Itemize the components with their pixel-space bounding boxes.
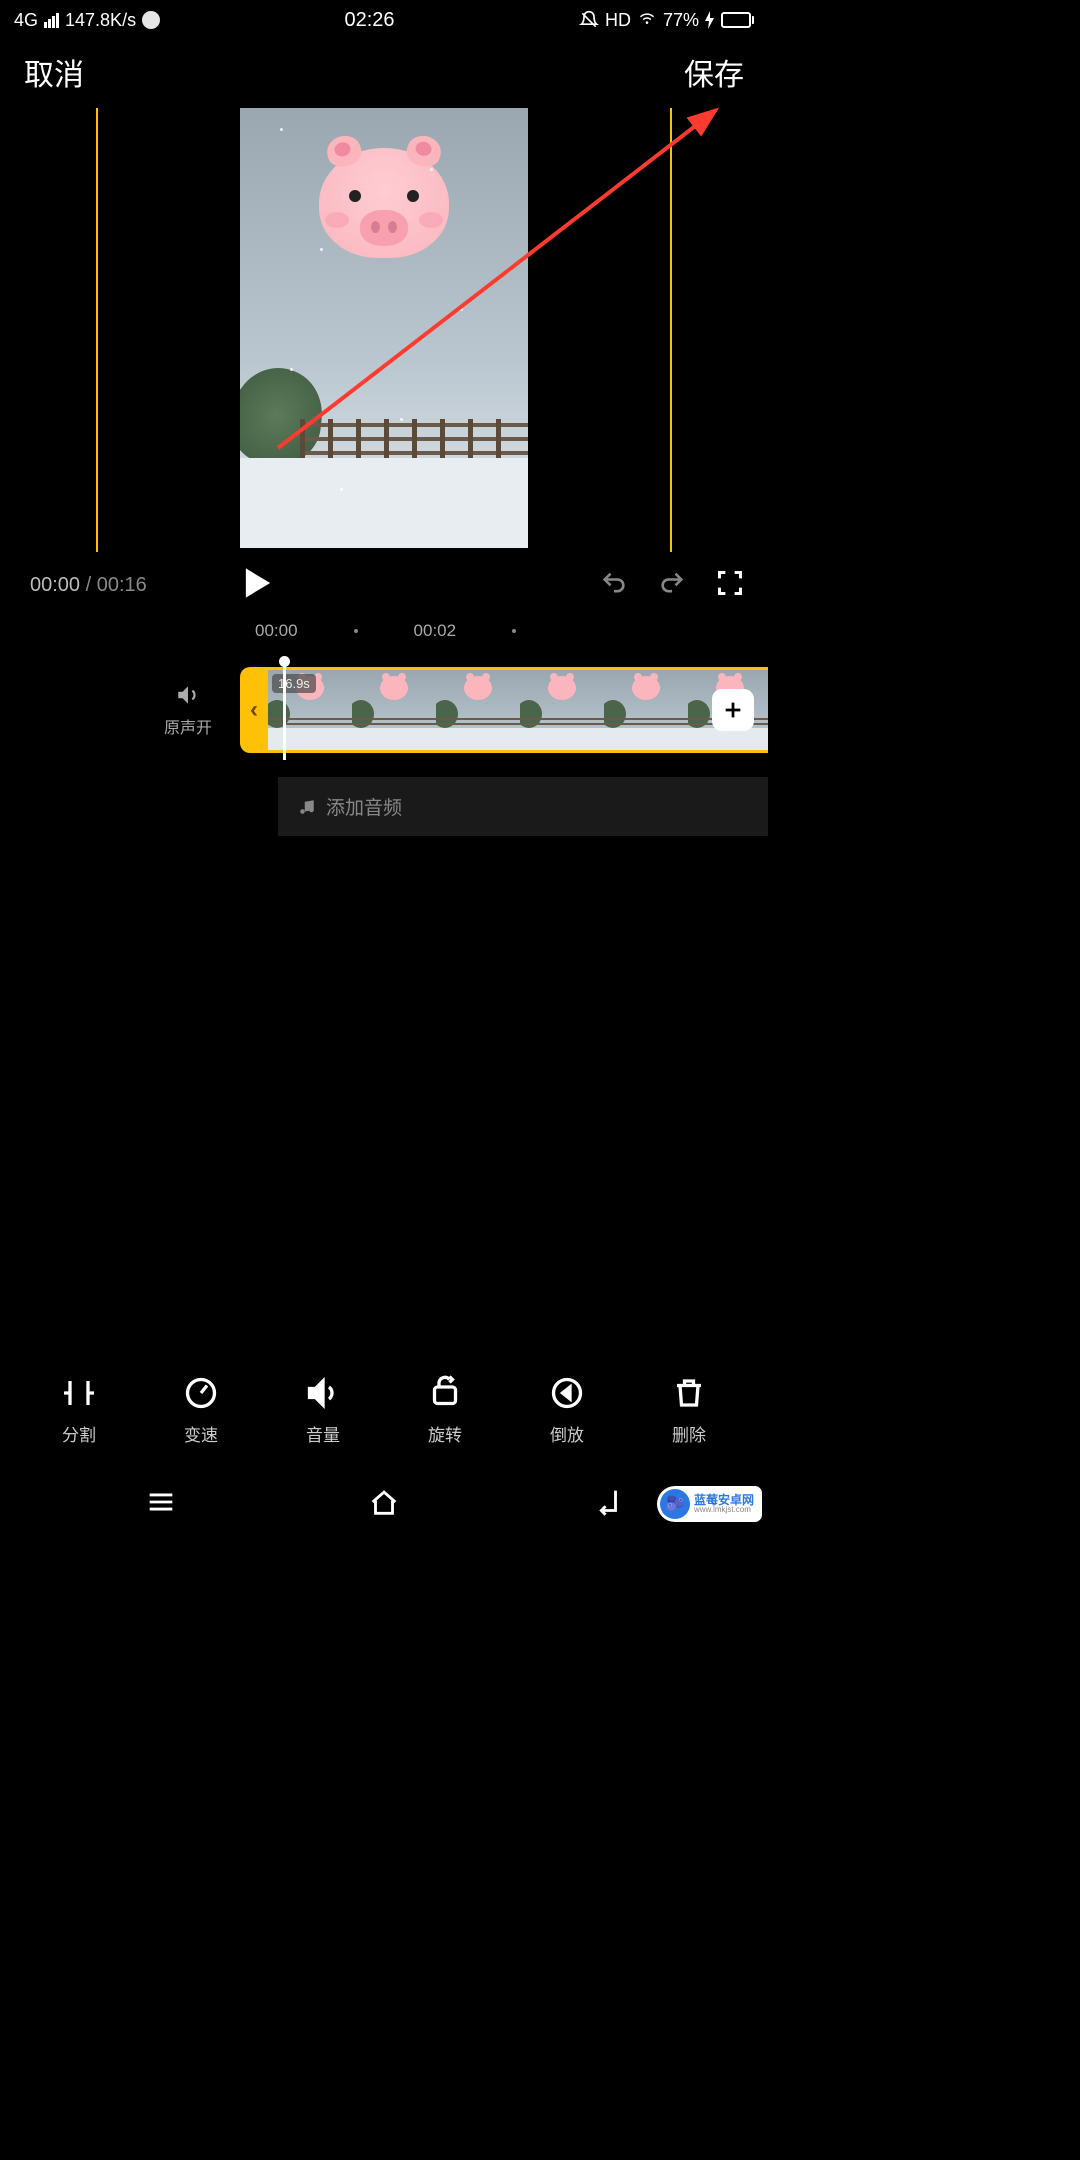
pig-sticker	[319, 148, 449, 258]
clock-label: 02:26	[344, 9, 394, 32]
fullscreen-button[interactable]	[716, 569, 744, 602]
battery-pct-label: 77%	[663, 10, 699, 31]
wechat-icon	[142, 11, 160, 29]
plus-icon	[722, 699, 744, 721]
music-note-icon	[298, 798, 316, 816]
tool-label: 删除	[672, 1421, 706, 1446]
signal-icon	[44, 13, 59, 28]
tool-reverse[interactable]: 倒放	[549, 1375, 585, 1446]
trash-icon	[671, 1375, 707, 1411]
battery-icon	[721, 12, 754, 28]
rotate-icon	[427, 1375, 463, 1411]
timeline-thumb	[604, 670, 688, 750]
timeline-thumb	[436, 670, 520, 750]
split-icon	[61, 1375, 97, 1411]
clip-strip[interactable]: 16.9s	[268, 667, 768, 753]
timeline-thumb	[352, 670, 436, 750]
watermark-logo-icon: 🫐	[660, 1489, 690, 1519]
status-left: 4G 147.8K/s	[14, 10, 160, 31]
tool-label: 倒放	[550, 1421, 584, 1446]
edit-toolbar: 分割 变速 音量 旋转 倒放 删除	[0, 1375, 768, 1446]
hd-label: HD	[605, 10, 631, 31]
ruler-dot	[512, 629, 516, 633]
speed-icon	[183, 1375, 219, 1411]
watermark-url: www.lmkjst.com	[694, 1506, 754, 1514]
watermark-badge: 🫐 蓝莓安卓网 www.lmkjst.com	[657, 1486, 762, 1522]
volume-icon	[305, 1375, 341, 1411]
tool-label: 旋转	[428, 1421, 462, 1446]
tool-volume[interactable]: 音量	[305, 1375, 341, 1446]
original-sound-label: 原声开	[164, 714, 212, 738]
ruler-dot	[354, 629, 358, 633]
tool-rotate[interactable]: 旋转	[427, 1375, 463, 1446]
video-preview[interactable]	[240, 108, 528, 548]
time-separator: /	[86, 574, 92, 596]
redo-button[interactable]	[658, 569, 686, 602]
ruler-tick-0: 00:00	[255, 621, 298, 641]
nav-back-button[interactable]	[590, 1485, 624, 1524]
network-type-label: 4G	[14, 10, 38, 31]
tool-speed[interactable]: 变速	[183, 1375, 219, 1446]
status-bar: 4G 147.8K/s 02:26 HD 77%	[0, 0, 768, 40]
nav-home-button[interactable]	[367, 1485, 401, 1524]
tool-label: 音量	[306, 1421, 340, 1446]
status-right: HD 77%	[579, 9, 754, 32]
add-clip-button[interactable]	[712, 689, 754, 731]
header: 取消 保存	[0, 40, 768, 104]
timeline-ruler: 00:00 00:02	[0, 621, 768, 641]
preview-frame	[96, 108, 672, 552]
save-button[interactable]: 保存	[684, 50, 744, 94]
tool-delete[interactable]: 删除	[671, 1375, 707, 1446]
total-time-label: 00:16	[97, 574, 147, 596]
reverse-icon	[549, 1375, 585, 1411]
timeline-thumb	[520, 670, 604, 750]
data-speed-label: 147.8K/s	[65, 10, 136, 31]
speaker-icon	[175, 682, 201, 708]
clip-trim-handle-left[interactable]: ‹	[240, 667, 268, 753]
wifi-icon	[637, 9, 657, 32]
add-audio-label: 添加音频	[326, 793, 402, 820]
playhead[interactable]	[283, 660, 286, 760]
original-sound-toggle[interactable]: 原声开	[148, 667, 228, 753]
undo-button[interactable]	[600, 569, 628, 602]
playback-controls: 00:00 / 00:16	[0, 552, 768, 605]
clip-duration-badge: 16.9s	[272, 674, 316, 693]
cancel-button[interactable]: 取消	[24, 50, 84, 94]
preview-area	[0, 108, 768, 552]
system-nav-bar	[0, 1472, 768, 1536]
charging-icon	[705, 11, 715, 29]
play-button[interactable]	[243, 566, 273, 605]
time-display: 00:00 / 00:16	[30, 574, 147, 597]
tool-label: 分割	[62, 1421, 96, 1446]
tool-label: 变速	[184, 1421, 218, 1446]
add-audio-button[interactable]: 添加音频	[278, 777, 768, 836]
bell-mute-icon	[579, 10, 599, 30]
nav-menu-button[interactable]	[144, 1485, 178, 1524]
timeline: 原声开 ‹ 16.9s	[0, 667, 768, 753]
current-time-label: 00:00	[30, 574, 80, 596]
tool-split[interactable]: 分割	[61, 1375, 97, 1446]
ruler-tick-1: 00:02	[414, 621, 457, 641]
